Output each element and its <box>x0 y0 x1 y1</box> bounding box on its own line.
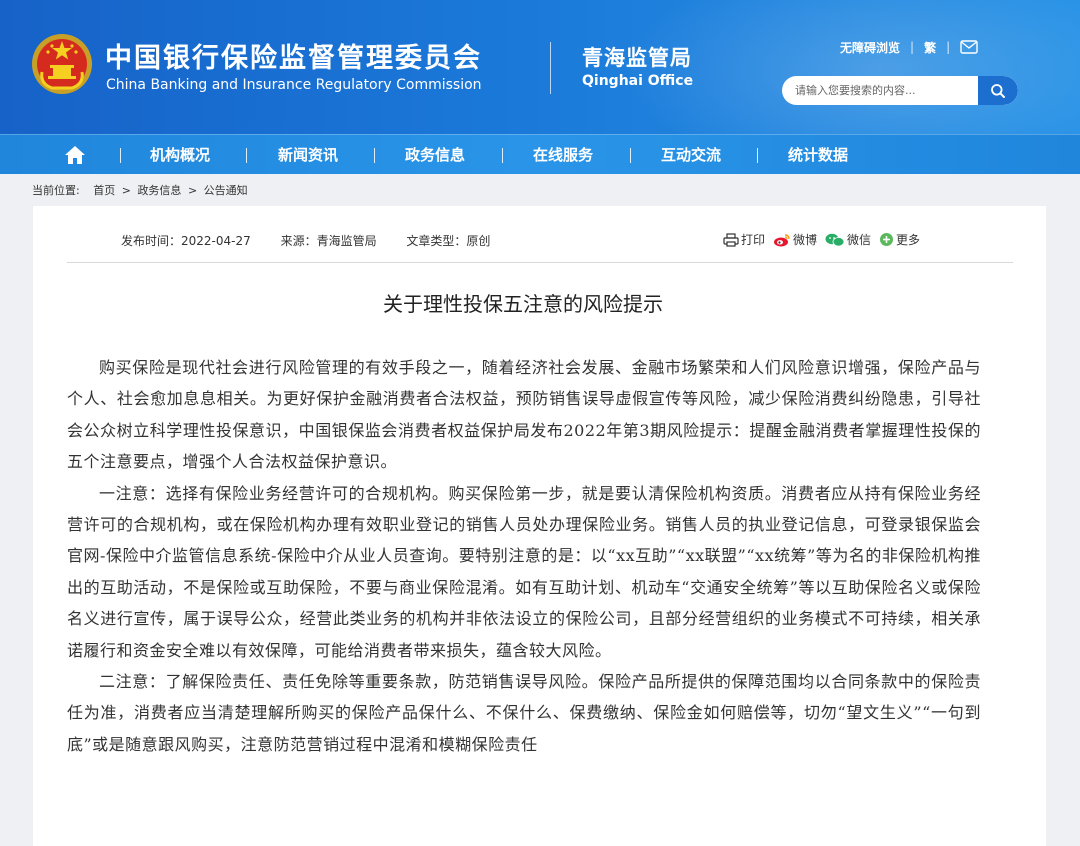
share-more-button[interactable]: 更多 <box>879 231 920 248</box>
header-banner: 中国银行保险监督管理委员会 China Banking and Insuranc… <box>0 0 1080 134</box>
nav-separator <box>374 148 375 163</box>
header-divider <box>550 42 551 94</box>
office-name-cn: 青海监管局 <box>582 46 692 70</box>
share-bar: 打印 微博 微信 更多 <box>723 231 928 248</box>
print-label: 打印 <box>741 233 766 247</box>
nav-separator <box>757 148 758 163</box>
national-emblem-icon[interactable] <box>30 32 94 96</box>
article-body: 购买保险是现代社会进行风险管理的有效手段之一，随着经济社会发展、金融市场繁荣和人… <box>67 352 981 760</box>
nav-separator <box>502 148 503 163</box>
main-nav: 机构概况 新闻资讯 政务信息 在线服务 互动交流 统计数据 <box>0 134 1080 174</box>
home-icon[interactable] <box>64 145 86 165</box>
breadcrumb-separator: > <box>187 184 198 197</box>
nav-separator <box>246 148 247 163</box>
article-card: 发布时间：2022-04-27 来源：青海监管局 文章类型：原创 打印 微博 微… <box>33 206 1046 846</box>
weibo-label: 微博 <box>793 233 818 247</box>
article-paragraph: 一注意：选择有保险业务经营许可的合规机构。购买保险第一步，就是要认清保险机构资质… <box>67 483 981 660</box>
top-links: 无障碍浏览 | 繁 | <box>840 38 978 56</box>
nav-separator <box>630 148 631 163</box>
top-link-separator: | <box>946 40 951 54</box>
plus-circle-icon <box>880 233 894 246</box>
nav-item-about[interactable]: 机构概况 <box>150 135 210 175</box>
article-source: 来源：青海监管局 <box>280 234 377 248</box>
breadcrumb: 当前位置: 首页 > 政务信息 > 公告通知 <box>32 182 251 198</box>
weibo-icon <box>774 233 790 246</box>
nav-item-interaction[interactable]: 互动交流 <box>661 135 721 175</box>
nav-item-news[interactable]: 新闻资讯 <box>278 135 338 175</box>
accessibility-link[interactable]: 无障碍浏览 <box>840 39 900 56</box>
nav-item-government-info[interactable]: 政务信息 <box>405 135 465 175</box>
breadcrumb-label: 当前位置: <box>32 184 80 197</box>
printer-icon <box>723 232 739 247</box>
office-name-en: Qinghai Office <box>582 73 694 89</box>
breadcrumb-government-info[interactable]: 政务信息 <box>137 184 181 197</box>
meta-divider <box>67 262 1013 263</box>
search-button[interactable] <box>978 76 1018 105</box>
nav-separator <box>120 148 121 163</box>
article-title: 关于理性投保五注意的风险提示 <box>383 292 663 316</box>
more-label: 更多 <box>896 233 921 247</box>
article-meta: 发布时间：2022-04-27 来源：青海监管局 文章类型：原创 <box>121 232 516 249</box>
share-wechat-button[interactable]: 微信 <box>825 231 871 248</box>
wechat-icon <box>825 233 845 247</box>
article-paragraph: 二注意：了解保险责任、责任免除等重要条款，防范销售误导风险。保险产品所提供的保障… <box>67 672 981 754</box>
nav-item-statistics[interactable]: 统计数据 <box>788 135 848 175</box>
top-link-separator: | <box>910 40 915 54</box>
article-paragraph: 购买保险是现代社会进行风险管理的有效手段之一，随着经济社会发展、金融市场繁荣和人… <box>67 358 981 472</box>
wechat-label: 微信 <box>847 233 872 247</box>
traditional-chinese-link[interactable]: 繁 <box>924 39 936 56</box>
breadcrumb-separator: > <box>121 184 131 197</box>
breadcrumb-home[interactable]: 首页 <box>93 184 115 197</box>
search-icon <box>991 83 1005 98</box>
mail-icon[interactable] <box>960 40 978 54</box>
search-input[interactable] <box>782 76 978 105</box>
nav-item-online-services[interactable]: 在线服务 <box>533 135 593 175</box>
commission-name-cn: 中国银行保险监督管理委员会 <box>105 43 482 74</box>
print-button[interactable]: 打印 <box>723 231 765 248</box>
search-box <box>782 76 1018 105</box>
share-weibo-button[interactable]: 微博 <box>773 231 817 248</box>
publish-time: 发布时间：2022-04-27 <box>121 234 251 248</box>
breadcrumb-notices[interactable]: 公告通知 <box>204 184 248 197</box>
article-type: 文章类型：原创 <box>406 234 491 248</box>
commission-name-en: China Banking and Insurance Regulatory C… <box>106 77 482 93</box>
